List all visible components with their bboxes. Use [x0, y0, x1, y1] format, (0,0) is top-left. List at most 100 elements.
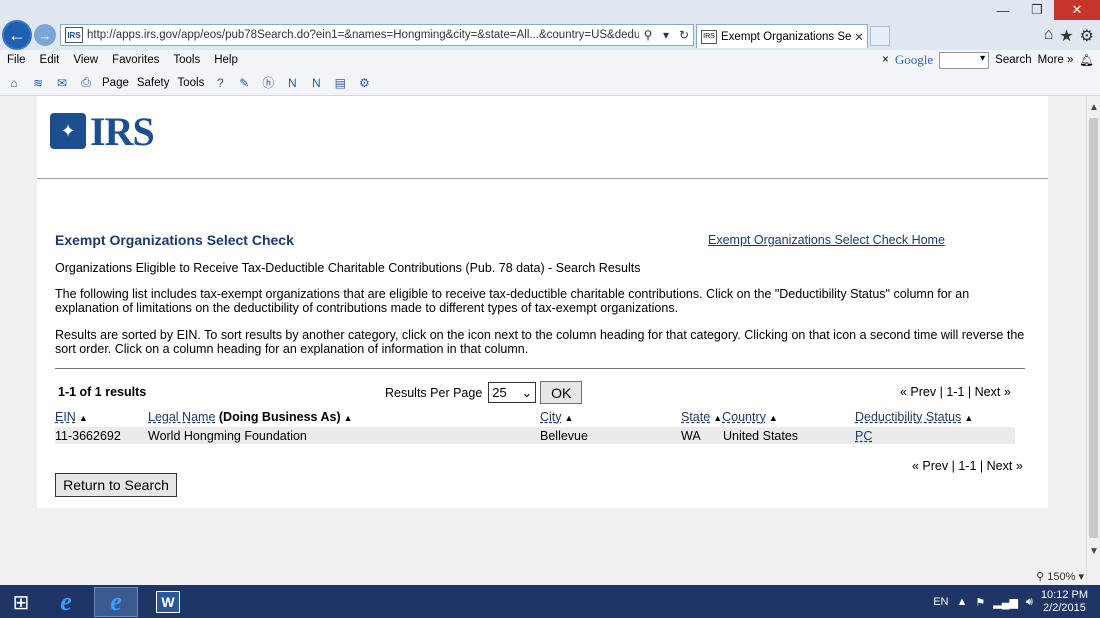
word-icon: W — [156, 591, 180, 613]
help-icon[interactable]: ? — [212, 75, 228, 91]
zoom-control[interactable]: ⚲ 150% ▾ — [1036, 570, 1084, 583]
col-legal-name: Legal Name (Doing Business As) ▲ — [148, 410, 353, 424]
col-country-link[interactable]: Country — [722, 410, 766, 424]
scroll-up-icon[interactable]: ▲ — [1087, 102, 1100, 113]
internet-explorer-icon[interactable]: e — [48, 587, 84, 617]
gear-icon[interactable]: ⚙ — [1080, 26, 1094, 46]
ok-button[interactable]: OK — [540, 381, 583, 404]
back-icon[interactable]: ← — [2, 20, 32, 50]
pager-range[interactable]: 1-1 — [946, 385, 964, 399]
col-deductibility-link[interactable]: Deductibility Status — [855, 410, 961, 424]
tab-favicon-icon: IRS — [701, 29, 717, 44]
sort-paragraph: Results are sorted by EIN. To sort resul… — [55, 328, 1025, 356]
next-link[interactable]: Next » — [987, 459, 1023, 473]
zoom-icon: ⚲ — [1036, 571, 1045, 583]
home-icon[interactable]: ⌂ — [1044, 26, 1054, 46]
return-to-search-button[interactable]: Return to Search — [55, 473, 177, 497]
col-state-link[interactable]: State — [681, 410, 710, 424]
col-city: City ▲ — [540, 410, 573, 424]
sort-up-icon[interactable]: ▲ — [344, 413, 353, 423]
print-icon[interactable]: ⎙ — [78, 75, 94, 91]
google-toolbar-close-icon[interactable]: × — [882, 54, 889, 66]
results-per-page-select[interactable]: 25 ⌄ — [488, 382, 537, 403]
page-menu[interactable]: Page — [102, 77, 129, 89]
home-link[interactable]: Exempt Organizations Select Check Home — [708, 233, 945, 247]
onenote-send-icon[interactable]: N — [308, 75, 324, 91]
address-url[interactable]: http://apps.irs.gov/app/eos/pub78Search.… — [87, 29, 639, 41]
forward-icon[interactable]: → — [34, 24, 56, 46]
mail-icon[interactable]: ✉ — [54, 75, 70, 91]
tray-up-icon[interactable]: ▲ — [956, 596, 967, 608]
col-city-link[interactable]: City — [540, 410, 562, 424]
home-icon[interactable]: ⌂ — [6, 75, 22, 91]
feeds-icon[interactable]: ≋ — [30, 75, 46, 91]
maximize-icon[interactable]: ❐ — [1020, 0, 1054, 20]
pager-range[interactable]: 1-1 — [958, 459, 976, 473]
google-search-select[interactable]: ▾ — [939, 51, 990, 69]
command-bar: ⌂ ≋ ✉ ⎙ Page Safety Tools ? ✎ ⓗ N N ▤ ⚙ — [0, 70, 1100, 96]
window-controls: — ❐ ✕ — [986, 0, 1100, 20]
network-icon[interactable]: ▂▄▆ — [993, 596, 1018, 609]
scroll-down-icon[interactable]: ▼ — [1087, 546, 1100, 557]
browser-right-controls: ⌂ ★ ⚙ — [1044, 26, 1094, 46]
prev-link[interactable]: « Prev — [900, 385, 936, 399]
next-link[interactable]: Next » — [975, 385, 1011, 399]
vertical-scrollbar[interactable]: ▲ ▼ — [1086, 96, 1100, 585]
refresh-icon[interactable]: ↻ — [675, 28, 693, 42]
tab-exempt-organizations[interactable]: IRS Exempt Organizations Sele... ✕ — [696, 24, 868, 48]
close-icon[interactable]: ✕ — [1054, 0, 1100, 20]
col-deductibility: Deductibility Status ▲ — [855, 410, 973, 424]
sort-up-icon[interactable]: ▲ — [565, 413, 574, 423]
irs-eagle-icon: ✦ — [50, 113, 86, 149]
search-icon[interactable]: ⚲ — [639, 28, 657, 42]
menu-file[interactable]: File — [0, 54, 33, 66]
language-indicator[interactable]: EN — [933, 596, 948, 608]
system-tray: EN ▲ ⚑ ▂▄▆ 🔊︎ 10:12 PM 2/2/2015 — [933, 589, 1088, 615]
internet-explorer-active-icon[interactable]: e — [94, 587, 138, 617]
star-icon[interactable]: ★ — [1059, 26, 1073, 46]
pager-sep: | — [967, 385, 972, 399]
menu-tools[interactable]: Tools — [166, 54, 207, 66]
clock-date: 2/2/2015 — [1043, 602, 1086, 614]
dropdown-icon[interactable]: ▾ — [657, 28, 675, 42]
sort-up-icon[interactable]: ▲ — [964, 413, 973, 423]
research-icon[interactable]: ▤ — [332, 75, 348, 91]
sort-up-icon[interactable]: ▲ — [713, 413, 722, 423]
flag-icon[interactable]: ⚑ — [975, 596, 985, 609]
google-more-button[interactable]: More » — [1038, 54, 1074, 66]
pager-sep: | — [979, 459, 984, 473]
cell-legal-name: World Hongming Foundation — [148, 429, 307, 443]
sort-up-icon[interactable]: ▲ — [79, 413, 88, 423]
scroll-thumb[interactable] — [1089, 118, 1098, 538]
tools-menu[interactable]: Tools — [177, 77, 204, 89]
pen-icon[interactable]: ✎ — [236, 75, 252, 91]
menu-favorites[interactable]: Favorites — [105, 54, 166, 66]
irs-logo[interactable]: ✦ IRS — [50, 108, 155, 154]
bell-icon[interactable]: 🔔︎ — [1079, 53, 1094, 67]
settings-icon[interactable]: ⚙ — [356, 75, 372, 91]
menu-help[interactable]: Help — [207, 54, 245, 66]
address-bar[interactable]: IRS http://apps.irs.gov/app/eos/pub78Sea… — [60, 24, 694, 46]
clock[interactable]: 10:12 PM 2/2/2015 — [1041, 589, 1088, 615]
menu-edit[interactable]: Edit — [33, 54, 67, 66]
col-ein-link[interactable]: EIN — [55, 410, 76, 424]
google-search-button[interactable]: Search — [995, 54, 1031, 66]
onenote-icon[interactable]: N — [284, 75, 300, 91]
chevron-down-icon: ▾ — [1078, 571, 1084, 583]
windows-start-icon[interactable]: ⊞ — [6, 587, 36, 617]
prev-link[interactable]: « Prev — [912, 459, 948, 473]
volume-icon[interactable]: 🔊︎ — [1026, 596, 1033, 609]
cell-ein: 11-3662692 — [55, 429, 121, 443]
col-state: State ▲Country ▲ — [681, 410, 778, 424]
new-tab-button[interactable] — [870, 26, 890, 46]
deductibility-link[interactable]: PC — [855, 429, 872, 443]
safety-menu[interactable]: Safety — [137, 77, 170, 89]
word-taskbar-button[interactable]: W — [150, 587, 186, 617]
sort-up-icon[interactable]: ▲ — [769, 413, 778, 423]
minimize-icon[interactable]: — — [986, 0, 1020, 20]
hp-icon[interactable]: ⓗ — [260, 75, 276, 91]
menu-view[interactable]: View — [66, 54, 105, 66]
pager-top: « Prev | 1-1 | Next » — [900, 385, 1011, 399]
tab-close-icon[interactable]: ✕ — [851, 30, 867, 44]
col-legal-name-link[interactable]: Legal Name — [148, 410, 215, 424]
